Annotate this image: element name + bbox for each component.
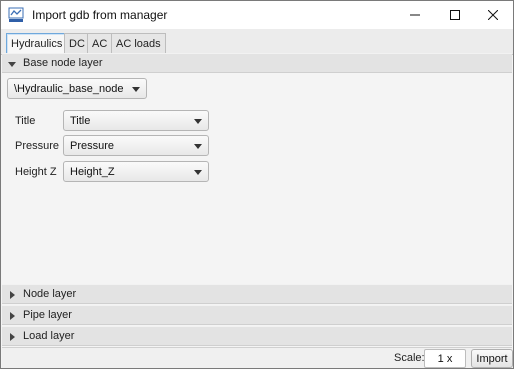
scale-label: Scale: <box>394 352 425 364</box>
expanded-arrow-icon <box>8 59 16 67</box>
title-field-label: Title <box>15 115 36 127</box>
tab-label: Hydraulics <box>11 38 63 50</box>
base-node-layer-header[interactable]: Base node layer <box>2 53 512 73</box>
tab-label: AC loads <box>116 38 161 50</box>
select-value: Title <box>70 114 91 127</box>
chevron-down-icon <box>194 170 202 175</box>
height-z-field-label: Height Z <box>15 166 57 178</box>
chevron-down-icon <box>194 119 202 124</box>
section-label: Pipe layer <box>23 309 72 321</box>
maximize-button[interactable] <box>436 1 474 29</box>
section-label: Base node layer <box>23 57 103 69</box>
tab-ac[interactable]: AC <box>87 33 113 54</box>
chevron-down-icon <box>132 87 140 92</box>
pressure-field-select[interactable]: Pressure <box>63 135 209 156</box>
gdb-manager-logo-icon <box>8 7 24 23</box>
tab-hydraulics[interactable]: Hydraulics <box>6 33 68 55</box>
tab-dc[interactable]: DC <box>64 33 90 54</box>
tab-bar: Hydraulics DC AC AC loads <box>1 29 513 55</box>
collapsed-arrow-icon <box>8 290 16 299</box>
tab-label: AC <box>92 38 108 50</box>
close-icon <box>488 10 498 20</box>
select-value: \Hydraulic_base_node <box>14 82 124 95</box>
window-title: Import gdb from manager <box>32 8 168 22</box>
import-button[interactable]: Import <box>471 349 513 368</box>
collapsed-arrow-icon <box>8 311 16 320</box>
footer-bar: Scale: 1 x Import <box>2 347 513 368</box>
scale-input[interactable]: 1 x <box>424 349 466 368</box>
minimize-button[interactable] <box>396 1 434 29</box>
collapsed-arrow-icon <box>8 332 16 341</box>
pressure-field-label: Pressure <box>15 140 60 152</box>
section-label: Load layer <box>23 330 75 342</box>
import-dialog-window: Import gdb from manager Hydraulics DC AC <box>0 0 514 369</box>
maximize-icon <box>450 10 460 20</box>
title-field-select[interactable]: Title <box>63 110 209 131</box>
base-node-layer-select[interactable]: \Hydraulic_base_node <box>7 78 147 99</box>
tab-label: DC <box>69 38 85 50</box>
load-layer-header[interactable]: Load layer <box>2 326 512 346</box>
height-z-field-select[interactable]: Height_Z <box>63 161 209 182</box>
minimize-icon <box>410 10 420 20</box>
chevron-down-icon <box>194 144 202 149</box>
select-value: Pressure <box>70 139 115 152</box>
node-layer-header[interactable]: Node layer <box>2 284 512 304</box>
select-value: Height_Z <box>70 165 115 178</box>
close-button[interactable] <box>474 1 512 29</box>
section-label: Node layer <box>23 288 77 300</box>
pipe-layer-header[interactable]: Pipe layer <box>2 305 512 325</box>
tab-ac-loads[interactable]: AC loads <box>111 33 166 54</box>
title-bar[interactable]: Import gdb from manager <box>1 1 513 29</box>
